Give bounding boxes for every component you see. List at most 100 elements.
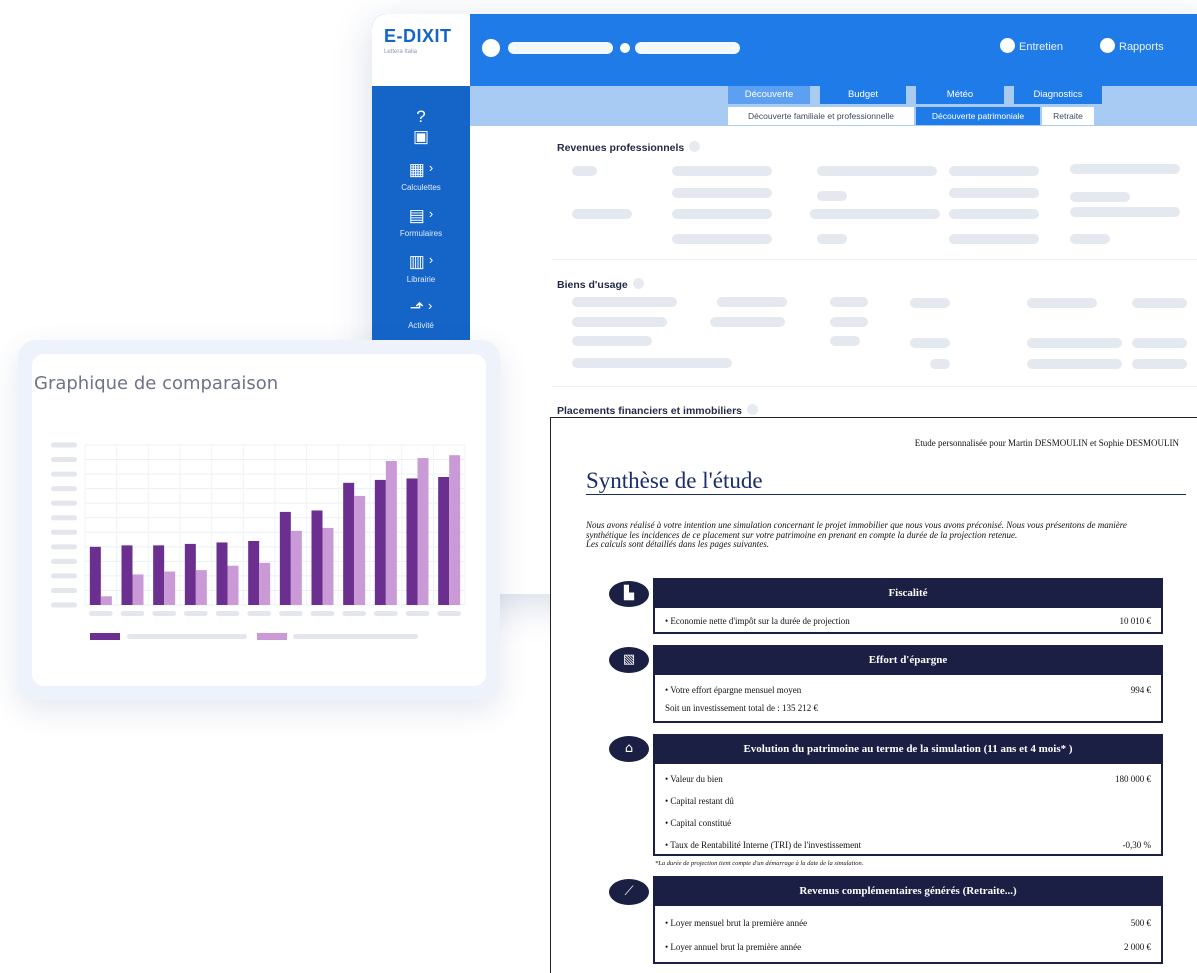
x-tick-label [152,611,176,616]
table-row: • Loyer annuel brut la première année 2 0… [665,942,1151,952]
y-tick-label [51,471,77,477]
bar-series-2 [290,530,302,605]
y-tick-label [51,500,77,506]
info-icon [689,141,701,152]
tab-meteo[interactable]: Météo [916,86,1004,104]
evolution-body: • Valeur du bien 180 000 € • Capital rest… [653,764,1163,856]
intro-paragraph: Nous avons réalisé à votre intention une… [586,520,1127,540]
rapports-link[interactable]: Rapports [1100,38,1164,53]
sidebar-item-activite[interactable]: ⬏ › Activité [372,298,470,330]
bar-series-2 [132,574,144,605]
bar-series-1 [89,546,101,605]
x-tick-label [184,611,208,616]
effort-header: Effort d'épargne [653,645,1163,675]
tab-budget[interactable]: Budget [820,86,906,104]
x-tick-label [374,611,398,616]
contact-icon[interactable]: ▣ [372,128,470,147]
house-icon: ⌂ [609,736,649,762]
title-rule [586,494,1186,495]
revenus-header: Revenus complémentaires générés (Retrait… [653,876,1163,906]
bar-series-1 [406,478,418,605]
doc-header: Etude personnalisée pour Martin DESMOULI… [914,438,1179,448]
deckchair-icon: ⟋ [609,879,649,905]
chevron-right-icon: › [428,206,434,221]
legend-label-2 [293,634,418,639]
avatar[interactable] [482,39,500,57]
bar-series-2 [195,570,207,605]
sidebar-item-formulaires[interactable]: ▤ › Formulaires [372,206,470,238]
x-tick-label [120,611,145,616]
x-tick-label [437,611,461,616]
bar-series-1 [279,511,291,605]
bar-series-2 [259,562,271,605]
x-tick-label [342,611,366,616]
info-icon [747,404,758,415]
form-icon: ▤ [408,206,425,225]
y-tick-label [51,602,77,608]
bar-series-2 [164,571,176,605]
chart-title: Graphique de comparaison [34,373,279,394]
bar-series-1 [216,542,228,605]
calculator-icon: ▦ [408,160,425,179]
comparison-chart [51,442,466,640]
y-tick-label [51,558,77,564]
legend-swatch-1 [90,633,120,640]
sidebar-item-label: Formulaires [399,229,443,238]
bar-series-1 [438,477,450,605]
breadcrumb-dot [620,43,630,53]
breadcrumb-placeholder [635,42,740,54]
y-tick-label [51,457,77,463]
bar-series-2 [417,458,429,605]
activity-icon: ⬏ [409,298,424,317]
x-tick-label [405,611,430,616]
bar-series-2 [227,565,239,605]
logo: E-DIXIT Lettera Italia [372,14,470,86]
bar-series-1 [343,482,355,605]
subtab-patrimoniale[interactable]: Découverte patrimoniale [916,107,1040,125]
x-tick-label [279,611,303,616]
study-document: Etude personnalisée pour Martin DESMOULI… [550,417,1197,973]
logo-title: E-DIXIT [384,26,452,46]
tab-diagnostics[interactable]: Diagnostics [1014,86,1102,104]
section-biens: Biens d'usage [557,278,644,291]
doc-title: Synthèse de l'étude [586,468,763,493]
table-row: • Votre effort épargne mensuel moyen 994 … [665,685,1151,695]
bar-series-2 [100,596,112,605]
bar-series-2 [322,527,334,605]
footnote: *La durée de projection tient compte d'u… [655,860,864,867]
y-tick-label [51,515,77,521]
fiscalite-header: Fiscalité [653,578,1163,608]
table-row: • Capital restant dû [665,796,734,806]
bar-series-1 [374,479,386,605]
table-row: Soit un investissement total de : 135 21… [665,703,818,713]
logo-subtitle: Lettera Italia [384,49,418,55]
sidebar-item-label: Activité [408,321,434,330]
y-tick-label [51,442,77,448]
table-row: • Valeur du bien 180 000 € [665,774,1151,784]
x-tick-label [215,611,240,616]
subtab-retraite[interactable]: Retraite [1042,107,1094,125]
y-tick-label [51,544,77,550]
bar-series-1 [248,541,260,605]
bar-series-1 [311,510,323,605]
bar-series-2 [449,455,461,605]
tab-decouverte[interactable]: Découverte [728,86,810,104]
tabs-row: Découverte Budget Météo Diagnostics Déco… [470,86,1197,126]
chevron-right-icon: › [428,252,434,267]
y-tick-label [51,587,77,593]
entretien-link[interactable]: Entretien [1000,38,1063,53]
effort-body: • Votre effort épargne mensuel moyen 994 … [653,675,1163,723]
subtab-familiale[interactable]: Découverte familiale et professionnelle [728,107,914,125]
sidebar-item-calculettes[interactable]: ▦ › Calculettes [372,160,470,192]
sidebar-item-librairie[interactable]: ▥ › Librairie [372,252,470,284]
x-tick-label [89,611,113,616]
table-row: • Economie nette d'impôt sur la durée de… [665,616,1151,626]
table-row: • Taux de Rentabilité Interne (TRI) de l… [665,840,1151,850]
fiscalite-body: • Economie nette d'impôt sur la durée de… [653,608,1163,634]
savings-icon: ▧ [609,647,649,673]
help-icon[interactable]: ? [372,108,470,127]
info-icon [632,278,644,289]
bar-series-1 [184,543,196,605]
chevron-right-icon: › [428,160,434,175]
legend-label-1 [127,634,247,639]
